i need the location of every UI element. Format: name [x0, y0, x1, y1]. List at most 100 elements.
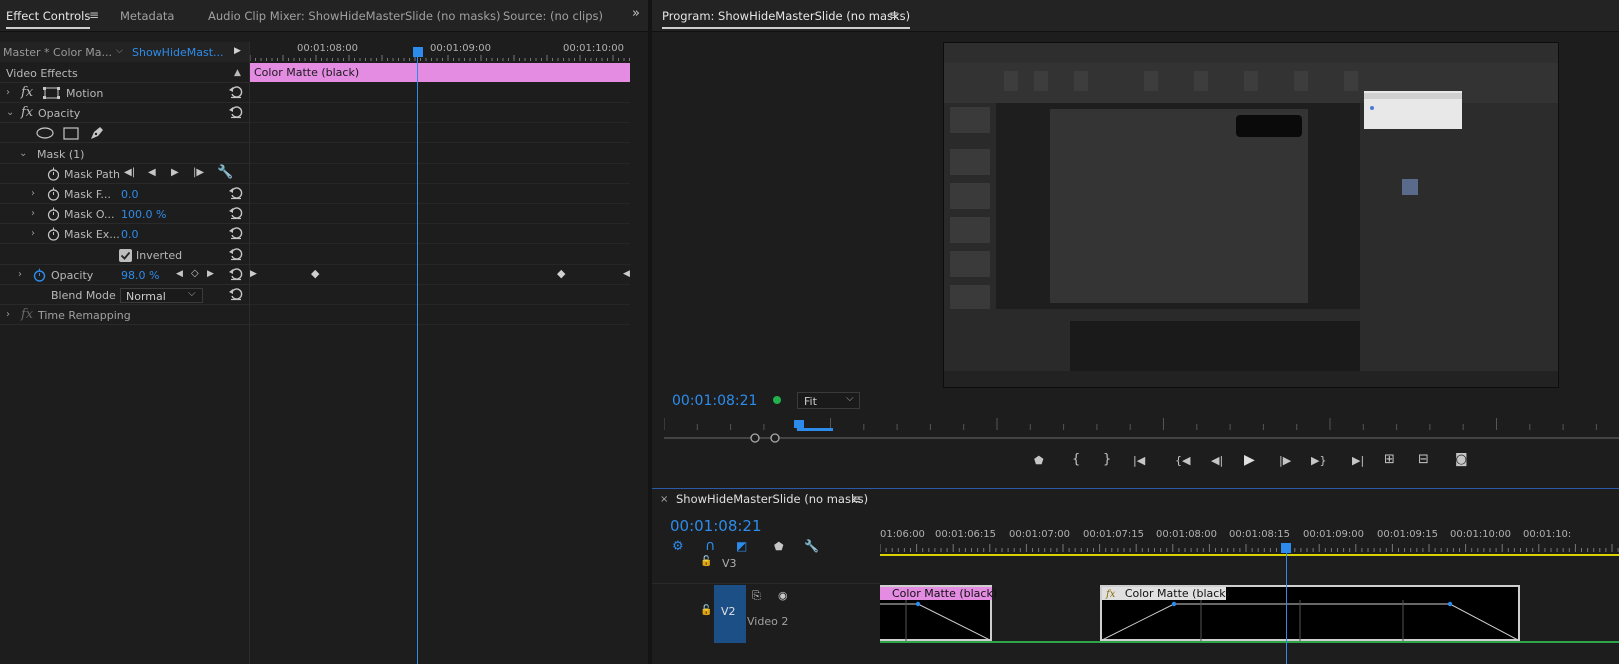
tab-effect-controls[interactable]: Effect Controls — [6, 9, 91, 29]
reset-icon[interactable] — [229, 85, 243, 99]
mask-expansion-row[interactable]: › Mask Ex... 0.0 — [0, 224, 250, 244]
timeline-title[interactable]: ShowHideMasterSlide (no masks) — [676, 492, 868, 506]
clip-bar[interactable]: Color Matte (black) — [250, 63, 630, 82]
panel-menu-icon[interactable]: ≡ — [851, 492, 861, 506]
step-back-frame-icon[interactable]: ◀| — [1211, 454, 1223, 467]
chevron-right-icon[interactable]: › — [6, 309, 10, 320]
reset-icon[interactable] — [229, 186, 243, 200]
ellipse-mask-icon[interactable] — [36, 127, 54, 139]
opacity-effect-row[interactable]: ⌄ fx Opacity — [0, 103, 250, 123]
add-marker-icon[interactable]: ⬟ — [774, 540, 784, 553]
step-backward-icon[interactable]: ◀ — [148, 167, 156, 178]
timeline-clip[interactable]: Color Matte (black) — [880, 585, 997, 641]
stopwatch-active-icon[interactable] — [33, 268, 46, 282]
fx-icon[interactable]: fx — [21, 105, 33, 120]
kf-nav-right-icon[interactable]: ▶ — [250, 269, 257, 279]
ec-time-ruler[interactable]: 00:01:08:00 00:01:09:00 00:01:10:00 — [250, 42, 630, 62]
fx-icon[interactable]: fx — [21, 85, 33, 100]
step-back-icon[interactable]: {◀ — [1175, 454, 1190, 467]
motion-transform-icon[interactable] — [43, 87, 61, 99]
track-target-v2[interactable]: V2 — [714, 585, 746, 643]
go-to-out-icon[interactable]: ▶} — [1311, 454, 1326, 467]
more-panels-icon[interactable]: » — [632, 6, 640, 21]
extract-icon[interactable]: ⊟ — [1418, 452, 1429, 467]
camera-icon[interactable]: ◙ — [1455, 452, 1468, 467]
mask-feather-value[interactable]: 0.0 — [121, 188, 139, 201]
master-label[interactable]: Master * Color Ma... — [3, 46, 112, 59]
opacity-rubberband[interactable] — [1102, 600, 1518, 641]
opacity-value[interactable]: 98.0 % — [121, 269, 159, 282]
wrench-icon[interactable]: 🔧 — [804, 539, 819, 553]
panel-menu-icon[interactable]: ≡ — [89, 8, 99, 22]
track-backward-icon[interactable]: ◀| — [124, 167, 135, 178]
chevron-down-icon[interactable]: ⌄ — [6, 107, 14, 118]
timeline-clip[interactable]: fx Color Matte (black) — [1100, 585, 1520, 641]
lift-icon[interactable]: ⊞ — [1384, 452, 1395, 467]
go-to-end-icon[interactable]: ▶| — [1352, 454, 1364, 467]
stopwatch-icon[interactable] — [47, 207, 60, 221]
play-button[interactable]: ▶ — [1244, 452, 1255, 468]
mask-row[interactable]: ⌄ Mask (1) — [0, 144, 250, 164]
rectangle-mask-icon[interactable] — [63, 127, 79, 140]
pen-mask-icon[interactable] — [89, 125, 105, 141]
lock-icon[interactable]: 🔓 — [700, 605, 712, 616]
track-forward-icon[interactable]: ▶ — [171, 167, 179, 178]
snap-magnet-icon[interactable]: ∩ — [705, 538, 715, 554]
panel-menu-icon[interactable]: ≡ — [889, 8, 899, 22]
collapse-up-icon[interactable]: ▲ — [234, 68, 241, 78]
reset-icon[interactable] — [229, 206, 243, 220]
zoom-fit-select[interactable]: Fit ⌵ — [797, 392, 860, 409]
time-remapping-row[interactable]: › fx Time Remapping — [0, 305, 250, 325]
inverted-checkbox[interactable] — [119, 249, 132, 262]
program-video-frame[interactable] — [943, 42, 1559, 388]
tab-metadata[interactable]: Metadata — [120, 9, 174, 23]
keyframe-diamond[interactable]: ◆ — [557, 267, 565, 280]
kf-nav-left-icon[interactable]: ◀ — [623, 269, 630, 279]
chevron-right-icon[interactable]: › — [31, 208, 35, 219]
timeline-timecode[interactable]: 00:01:08:21 — [670, 517, 762, 535]
opacity-rubberband[interactable] — [880, 600, 990, 641]
reset-icon[interactable] — [229, 267, 243, 281]
close-icon[interactable]: × — [660, 494, 668, 505]
work-area-bar[interactable] — [880, 554, 1619, 556]
eye-icon[interactable]: ◉ — [778, 589, 788, 602]
chevron-down-icon[interactable]: ⌄ — [19, 148, 27, 159]
program-monitor-title[interactable]: Program: ShowHideMasterSlide (no masks) — [662, 9, 911, 29]
wrench-icon[interactable]: 🔧 — [217, 165, 233, 180]
add-marker-icon[interactable]: ⬟ — [1034, 454, 1044, 467]
clip-name-link[interactable]: ShowHideMast... — [132, 46, 224, 59]
fx-disabled-icon[interactable]: fx — [21, 307, 33, 322]
stopwatch-icon[interactable] — [47, 187, 60, 201]
mark-out-icon[interactable]: } — [1103, 452, 1111, 467]
stopwatch-icon[interactable] — [47, 167, 60, 181]
mask-expansion-value[interactable]: 0.0 — [121, 228, 139, 241]
tab-audio-clip-mixer[interactable]: Audio Clip Mixer: ShowHideMasterSlide (n… — [208, 9, 501, 23]
program-time-ruler[interactable] — [664, 418, 1619, 444]
chevron-right-icon[interactable]: › — [31, 188, 35, 199]
step-forward-icon[interactable]: |▶ — [193, 167, 204, 178]
reset-icon[interactable] — [229, 287, 243, 301]
go-to-in-icon[interactable]: |◀ — [1133, 454, 1145, 467]
next-keyframe-icon[interactable]: ▶ — [207, 269, 214, 279]
linked-selection-icon[interactable]: ◩ — [736, 539, 747, 553]
chevron-right-icon[interactable]: › — [18, 269, 22, 280]
step-forward-frame-icon[interactable]: |▶ — [1279, 454, 1291, 467]
nest-icon[interactable]: ⚙ — [672, 539, 684, 554]
motion-row[interactable]: › fx Motion — [0, 83, 250, 103]
tab-source[interactable]: Source: (no clips) — [503, 9, 603, 23]
play-clip-icon[interactable]: ▶ — [234, 46, 241, 56]
reset-icon[interactable] — [229, 226, 243, 240]
mark-in-icon[interactable]: { — [1072, 452, 1080, 467]
program-timecode[interactable]: 00:01:08:21 — [672, 393, 757, 409]
prev-keyframe-icon[interactable]: ◀ — [176, 269, 183, 279]
chevron-right-icon[interactable]: › — [31, 228, 35, 239]
reset-icon[interactable] — [229, 105, 243, 119]
reset-icon[interactable] — [229, 247, 243, 261]
chevron-right-icon[interactable]: › — [6, 87, 10, 98]
mask-opacity-value[interactable]: 100.0 % — [121, 208, 166, 221]
mask-opacity-row[interactable]: › Mask O... 100.0 % — [0, 204, 250, 224]
stopwatch-icon[interactable] — [47, 227, 60, 241]
add-keyframe-icon[interactable]: ◇ — [191, 268, 199, 279]
mask-feather-row[interactable]: › Mask F... 0.0 — [0, 184, 250, 204]
chevron-down-icon[interactable]: ⌵ — [116, 46, 123, 56]
